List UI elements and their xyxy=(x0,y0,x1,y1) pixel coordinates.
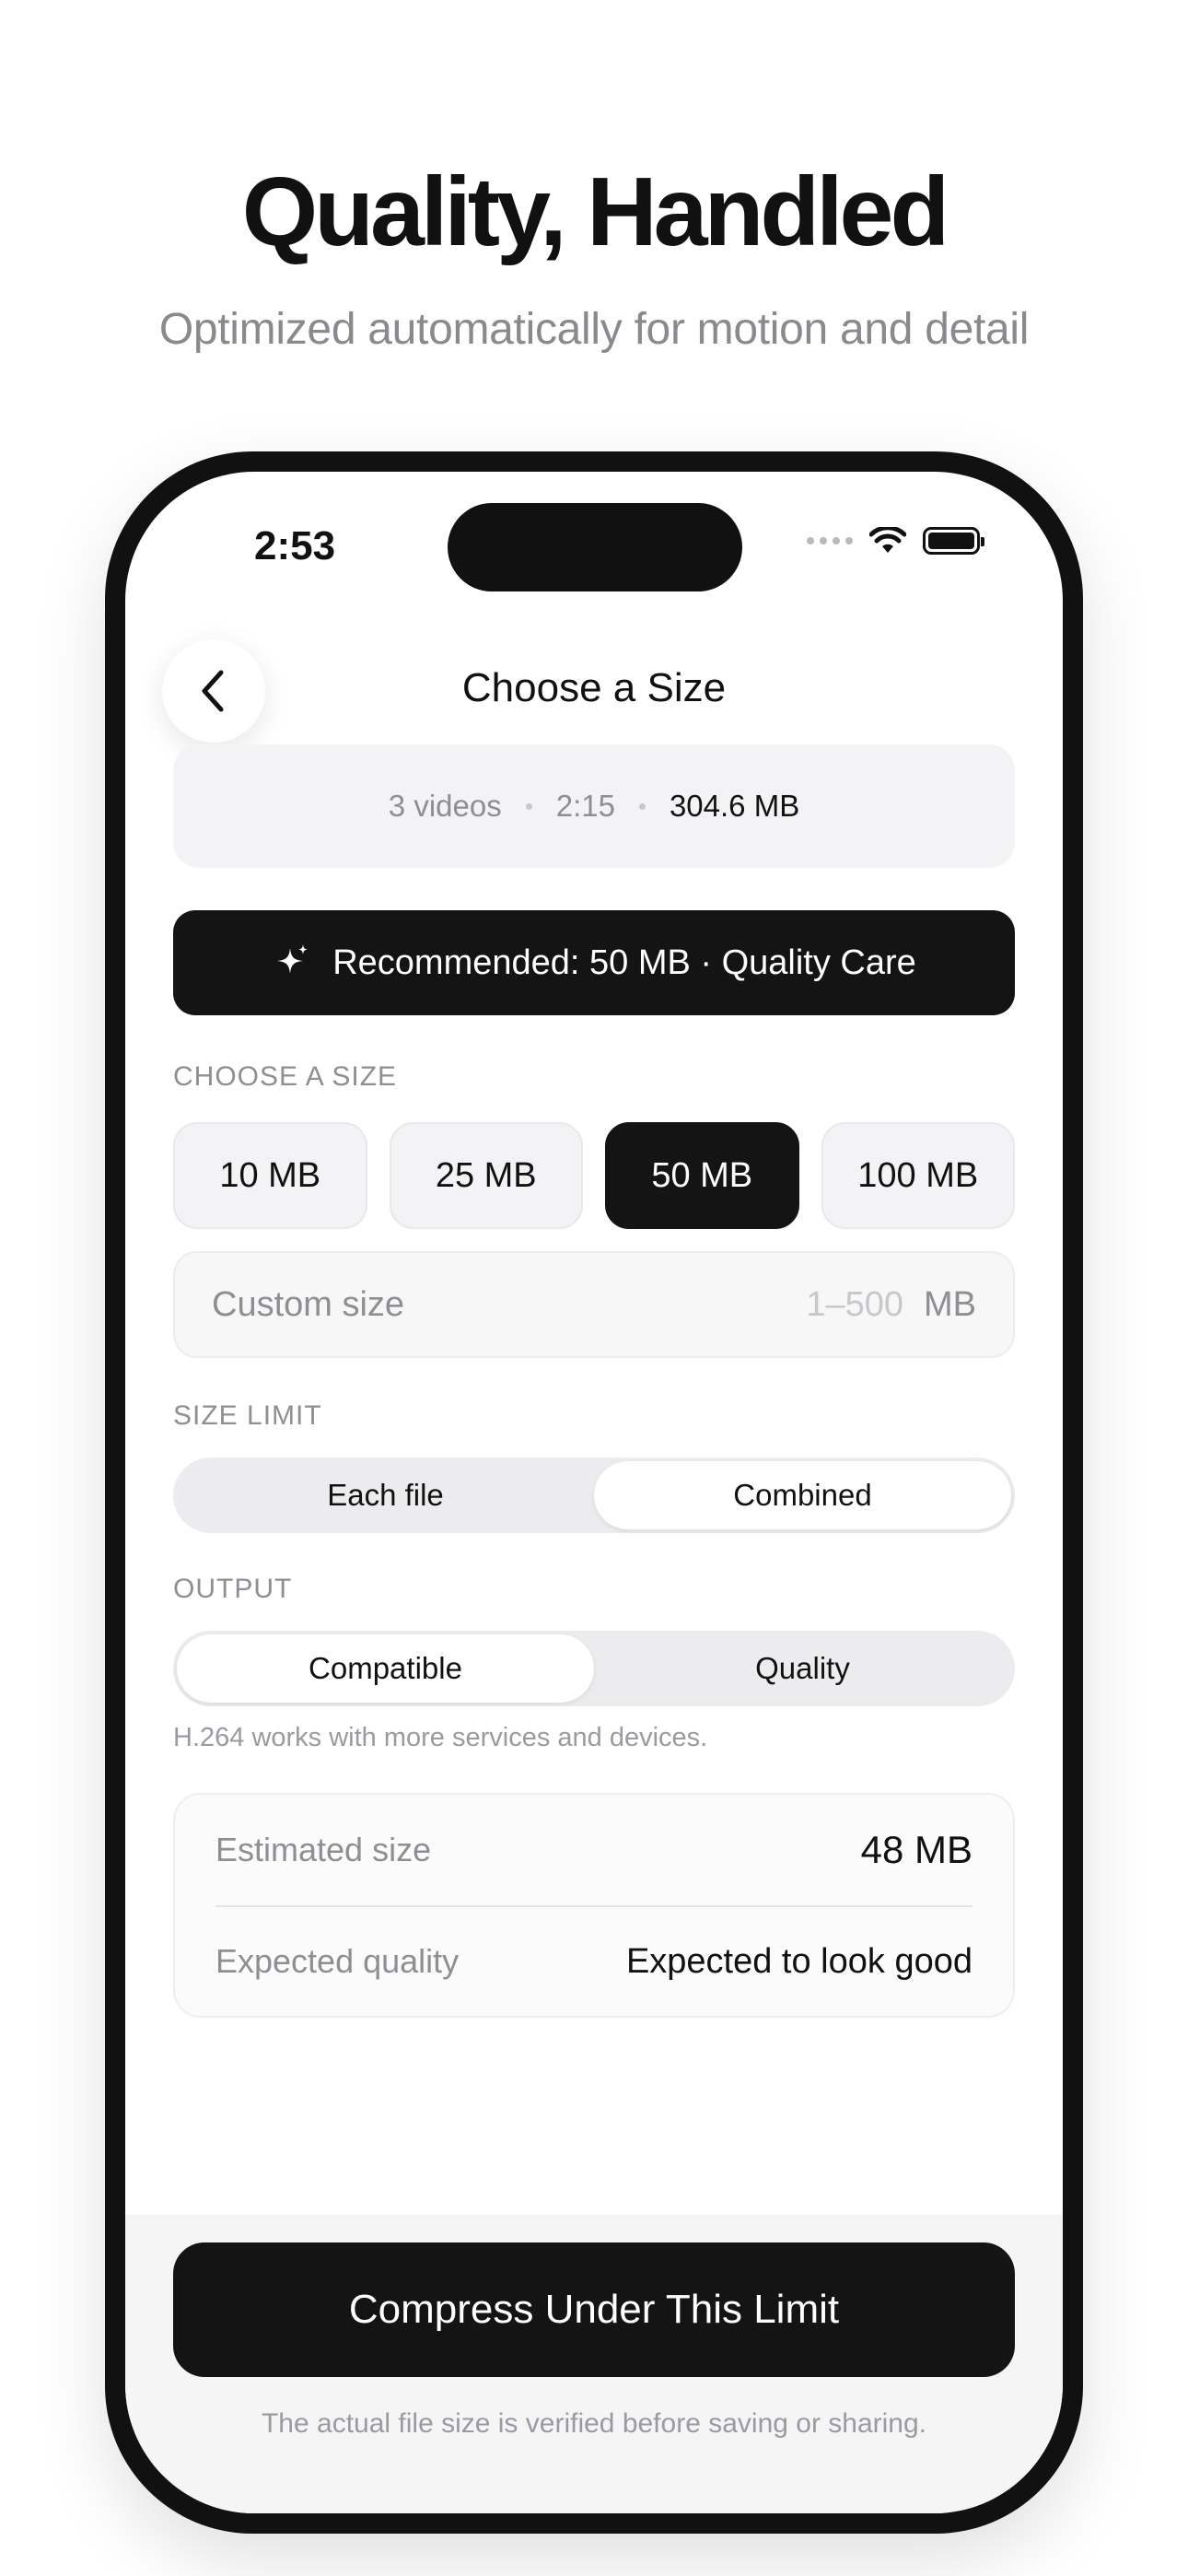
footnote-text: The actual file size is verified before … xyxy=(261,2408,927,2439)
phone-frame: 2:53 Choose a Size 3 videos 2:15 304.6 M… xyxy=(105,451,1083,2534)
marketing-subhead: Optimized automatically for motion and d… xyxy=(158,305,1030,354)
recommended-label: Recommended: 50 MB · Quality Care xyxy=(332,943,916,982)
segment-combined[interactable]: Combined xyxy=(594,1461,1011,1529)
status-icons xyxy=(807,527,984,555)
size-option-25mb[interactable]: 25 MB xyxy=(389,1122,583,1229)
size-option-50mb[interactable]: 50 MB xyxy=(605,1122,799,1229)
size-option-100mb[interactable]: 100 MB xyxy=(821,1122,1015,1229)
segment-compatible[interactable]: Compatible xyxy=(177,1634,594,1703)
separator-dot xyxy=(638,802,646,810)
expected-quality-label: Expected quality xyxy=(215,1942,460,1980)
dynamic-island xyxy=(448,503,742,591)
custom-size-range: 1–500 xyxy=(806,1284,903,1324)
choose-size-label: CHOOSE A SIZE xyxy=(173,1061,398,1092)
video-total-size: 304.6 MB xyxy=(669,789,800,823)
separator-dot xyxy=(525,802,532,810)
sparkle-icon xyxy=(277,944,309,974)
expected-quality-value: Expected to look good xyxy=(625,1941,973,1981)
status-time: 2:53 xyxy=(254,523,336,568)
custom-size-placeholder: Custom size xyxy=(212,1284,405,1324)
signal-dots-icon xyxy=(807,537,853,544)
output-label: OUTPUT xyxy=(173,1574,293,1604)
segment-quality[interactable]: Quality xyxy=(594,1634,1011,1703)
size-limit-control: Each file Combined xyxy=(173,1458,1015,1533)
segment-each-file[interactable]: Each file xyxy=(177,1461,594,1529)
estimated-size-value: 48 MB xyxy=(860,1828,973,1871)
output-helper-text: H.264 works with more services and devic… xyxy=(173,1723,708,1752)
recommended-button[interactable]: Recommended: 50 MB · Quality Care xyxy=(173,910,1015,1015)
size-options: 10 MB 25 MB 50 MB 100 MB xyxy=(173,1122,1015,1229)
size-limit-label: SIZE LIMIT xyxy=(173,1400,322,1431)
wifi-icon xyxy=(869,527,906,553)
expected-quality-row: Expected quality Expected to look good xyxy=(215,1905,973,2016)
phone-screen: 2:53 Choose a Size 3 videos 2:15 304.6 M… xyxy=(125,472,1063,2513)
video-count: 3 videos xyxy=(388,789,502,823)
estimated-size-label: Estimated size xyxy=(215,1831,432,1868)
size-option-10mb[interactable]: 10 MB xyxy=(173,1122,367,1229)
output-control: Compatible Quality xyxy=(173,1631,1015,1706)
page-title: Choose a Size xyxy=(461,665,727,710)
compress-button[interactable]: Compress Under This Limit xyxy=(173,2242,1015,2377)
battery-icon xyxy=(923,527,984,555)
estimated-size-row: Estimated size 48 MB xyxy=(215,1795,973,1905)
estimate-card: Estimated size 48 MB Expected quality Ex… xyxy=(173,1793,1015,2018)
video-summary: 3 videos 2:15 304.6 MB xyxy=(173,744,1015,868)
video-duration: 2:15 xyxy=(555,789,615,823)
custom-size-unit: MB xyxy=(924,1284,976,1324)
custom-size-input[interactable]: Custom size 1–500 MB xyxy=(173,1251,1015,1358)
marketing-headline: Quality, Handled xyxy=(241,158,950,266)
